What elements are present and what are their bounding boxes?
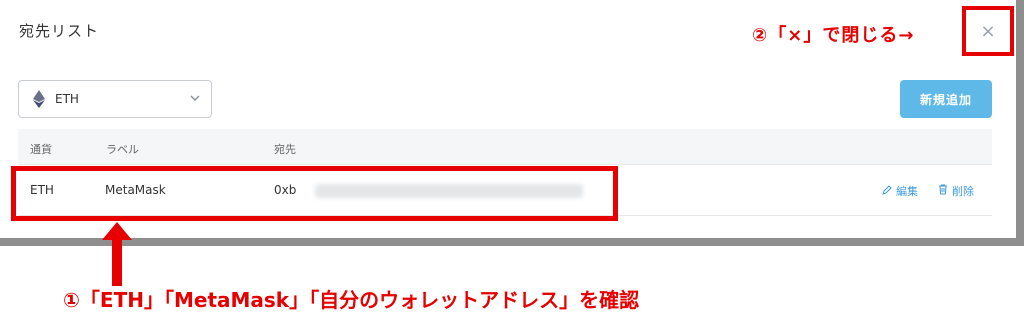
table-header: 通貨 ラベル 宛先: [18, 129, 992, 165]
delete-label: 削除: [952, 185, 974, 198]
header-label: ラベル: [106, 143, 139, 156]
header-address: 宛先: [274, 143, 296, 156]
add-new-button[interactable]: 新規追加: [900, 80, 992, 118]
confirm-annotation: ①「ETH」「MetaMask」「自分のウォレットアドレス」を確認: [63, 288, 640, 312]
chevron-down-icon: [189, 90, 201, 111]
row-highlight-box: [11, 166, 618, 221]
up-arrow-shaft: [112, 236, 122, 286]
close-icon[interactable]: ×: [966, 10, 1010, 52]
trash-icon: [938, 184, 948, 198]
edit-label: 編集: [896, 185, 918, 198]
close-highlight-box: ×: [962, 6, 1014, 56]
pencil-icon: [882, 184, 892, 198]
header-currency: 通貨: [30, 143, 52, 156]
close-annotation: ②「×」で閉じる→: [752, 25, 915, 46]
ethereum-icon: [33, 90, 45, 108]
delete-button[interactable]: 削除: [938, 183, 974, 199]
currency-select-value: ETH: [55, 92, 79, 106]
edit-button[interactable]: 編集: [882, 183, 918, 199]
currency-select[interactable]: ETH: [18, 80, 212, 118]
modal-title: 宛先リスト: [19, 22, 100, 40]
